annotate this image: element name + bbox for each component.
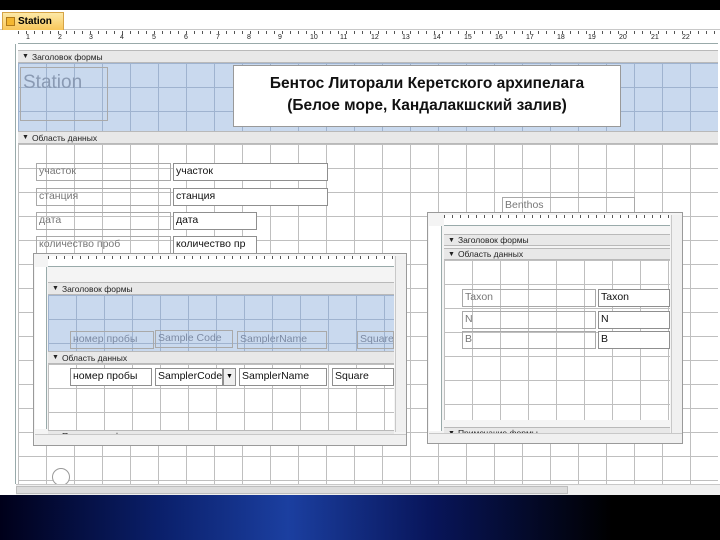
label-sampler-name[interactable]: SamplerName (237, 331, 327, 349)
title-line-2: (Белое море, Кандалакшский залив) (287, 97, 567, 114)
ruler-number: 4 (120, 34, 124, 41)
section-arrow-icon: ▼ (448, 236, 455, 244)
ruler-number: 3 (89, 34, 93, 41)
ruler-number: 8 (247, 34, 251, 41)
field-date[interactable]: дата (173, 212, 257, 230)
field-station[interactable]: станция (173, 188, 328, 206)
label-sample-count[interactable]: количество проб (36, 236, 171, 254)
tab-station[interactable]: Station (2, 12, 64, 30)
ruler-number: 7 (216, 34, 220, 41)
subform-header-bar[interactable]: ▼ Заголовок формы (444, 234, 670, 246)
main-horizontal-scrollbar[interactable] (16, 484, 720, 495)
field-b[interactable]: B (598, 331, 670, 349)
dropdown-arrow-icon[interactable]: ▼ (223, 368, 236, 386)
section-title: Область данных (61, 352, 128, 363)
ruler-number: 20 (619, 34, 627, 41)
scrollbar-thumb[interactable] (16, 486, 568, 494)
ruler-number: 15 (464, 34, 472, 41)
ruler-number: 10 (310, 34, 318, 41)
label-plot[interactable]: участок (36, 163, 171, 181)
label-date[interactable]: дата (36, 212, 171, 230)
ruler-number: 6 (184, 34, 188, 41)
ruler-number: 1 (26, 34, 30, 41)
label-sample-code[interactable]: Sample Code (155, 330, 233, 348)
ruler-number: 11 (340, 34, 348, 41)
header-station-label[interactable]: Station (20, 67, 108, 121)
label-n[interactable]: N (462, 311, 596, 329)
form-title-box[interactable]: Бентос Литорали Керетского архипелага (Б… (233, 65, 621, 127)
section-arrow-icon: ▼ (22, 134, 29, 141)
field-plot[interactable]: участок (173, 163, 328, 181)
ruler-number: 12 (371, 34, 379, 41)
section-title: Область данных (457, 249, 524, 259)
field-sample-number[interactable]: номер пробы (70, 368, 152, 386)
ruler-number: 21 (651, 34, 659, 41)
label-taxon[interactable]: Taxon (462, 289, 596, 307)
ruler-number: 16 (495, 34, 503, 41)
field-sampler-code[interactable]: SamplerCode (155, 368, 223, 386)
tab-label: Station (18, 16, 52, 27)
label-b[interactable]: B (462, 331, 596, 349)
field-square[interactable]: Square (332, 368, 394, 386)
field-n[interactable]: N (598, 311, 670, 329)
field-taxon[interactable]: Taxon (598, 289, 670, 307)
section-arrow-icon: ▼ (52, 285, 59, 292)
ruler-number: 22 (682, 34, 690, 41)
ruler-number: 5 (152, 34, 156, 41)
field-sampler-name[interactable]: SamplerName (239, 368, 327, 386)
section-arrow-icon: ▼ (22, 53, 29, 60)
vertical-ruler[interactable] (0, 44, 16, 484)
subform-samples[interactable]: ▼ Заголовок формы номер пробы Sample Cod… (33, 253, 407, 446)
subform-vertical-ruler (35, 267, 47, 429)
subform-taxa[interactable]: ▼ Заголовок формы ▼ Область данных Taxon… (427, 212, 683, 444)
label-station[interactable]: станция (36, 188, 171, 206)
ruler-number: 14 (433, 34, 441, 41)
ruler-number: 2 (58, 34, 62, 41)
subform-horizontal-scrollbar[interactable] (35, 434, 406, 445)
section-title: Заголовок формы (61, 283, 133, 294)
form-icon (6, 17, 15, 26)
form-header-bar[interactable]: ▼ Заголовок формы (18, 50, 718, 63)
detail-section-bar[interactable]: ▼ Область данных (18, 131, 718, 144)
document-tab-bar: Station (0, 10, 720, 30)
field-sample-count[interactable]: количество пр (173, 236, 257, 254)
section-arrow-icon: ▼ (52, 354, 59, 361)
subform-horizontal-scrollbar[interactable] (429, 433, 682, 443)
section-title: Заголовок формы (31, 51, 103, 62)
ruler-number: 13 (402, 34, 410, 41)
ruler-number: 9 (278, 34, 282, 41)
title-line-1: Бентос Литорали Керетского архипелага (269, 75, 585, 92)
subform-vertical-scrollbar[interactable] (395, 256, 406, 432)
ruler-number: 17 (526, 34, 534, 41)
ruler-number: 18 (557, 34, 565, 41)
access-design-window: Station 1 2 3 4 5 6 7 8 9 10 11 12 13 14… (0, 10, 720, 495)
subform-vertical-ruler (429, 226, 442, 431)
subform-vertical-scrollbar[interactable] (671, 215, 682, 433)
horizontal-ruler[interactable]: 1 2 3 4 5 6 7 8 9 10 11 12 13 14 15 16 1… (18, 31, 718, 44)
subform-header-bar[interactable]: ▼ Заголовок формы (48, 282, 394, 295)
section-arrow-icon: ▼ (448, 250, 455, 258)
slide-background-band (0, 495, 720, 540)
subform-ruler (444, 215, 670, 226)
subform-detail-bar[interactable]: ▼ Область данных (48, 351, 394, 364)
subform-ruler (48, 256, 394, 267)
label-sample-number[interactable]: номер пробы (70, 331, 154, 349)
subform-detail-bar[interactable]: ▼ Область данных (444, 248, 670, 260)
label-square[interactable]: Square (357, 331, 394, 349)
section-title: Область данных (31, 132, 98, 143)
ruler-number: 19 (588, 34, 596, 41)
section-title: Заголовок формы (457, 235, 529, 245)
